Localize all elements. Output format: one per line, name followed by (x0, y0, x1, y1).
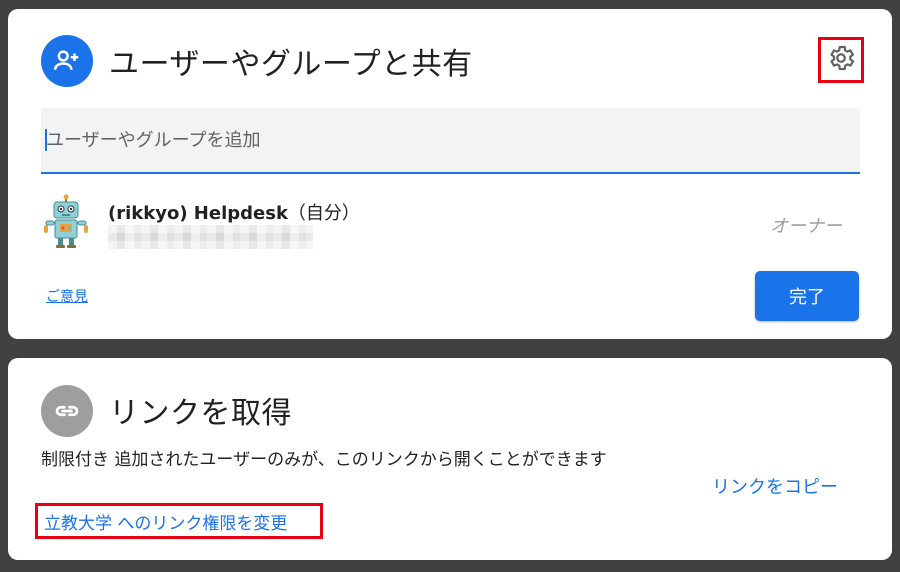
user-display-name: (rikkyo) Helpdesk (108, 203, 288, 224)
get-link-card: リンクを取得 制限付き 追加されたユーザーのみが、このリンクから開くことができま… (8, 358, 892, 560)
robot-avatar (41, 194, 91, 249)
restriction-description: 追加されたユーザーのみが、このリンクから開くことができます (114, 450, 607, 470)
copy-link-button[interactable]: リンクをコピー (712, 473, 838, 499)
gear-icon (826, 43, 856, 77)
change-link-permission-highlight: 立教大学 へのリンク権限を変更 (35, 503, 323, 539)
link-access-description: 制限付き 追加されたユーザーのみが、このリンクから開くことができます (41, 446, 691, 474)
link-icon (41, 385, 93, 437)
feedback-link[interactable]: ご意見 (46, 286, 88, 306)
person-add-icon (41, 35, 93, 87)
self-label: （自分） (287, 203, 360, 224)
user-name: (rikkyo) Helpdesk（自分） (108, 199, 360, 225)
add-people-input[interactable] (46, 108, 846, 172)
add-people-field[interactable] (41, 108, 860, 174)
owner-role-label: オーナー (770, 216, 842, 237)
restriction-label: 制限付き (41, 450, 109, 470)
share-title: ユーザーやグループと共有 (109, 47, 473, 82)
settings-button[interactable] (818, 37, 864, 83)
share-dialog-card: ユーザーやグループと共有 ユーザーやグループを追加 (rikkyo) Helpd… (8, 9, 892, 339)
change-link-permission-link[interactable]: 立教大学 へのリンク権限を変更 (44, 509, 287, 534)
get-link-title: リンクを取得 (109, 396, 292, 431)
done-button[interactable]: 完了 (755, 271, 859, 321)
redacted-email (108, 225, 313, 249)
